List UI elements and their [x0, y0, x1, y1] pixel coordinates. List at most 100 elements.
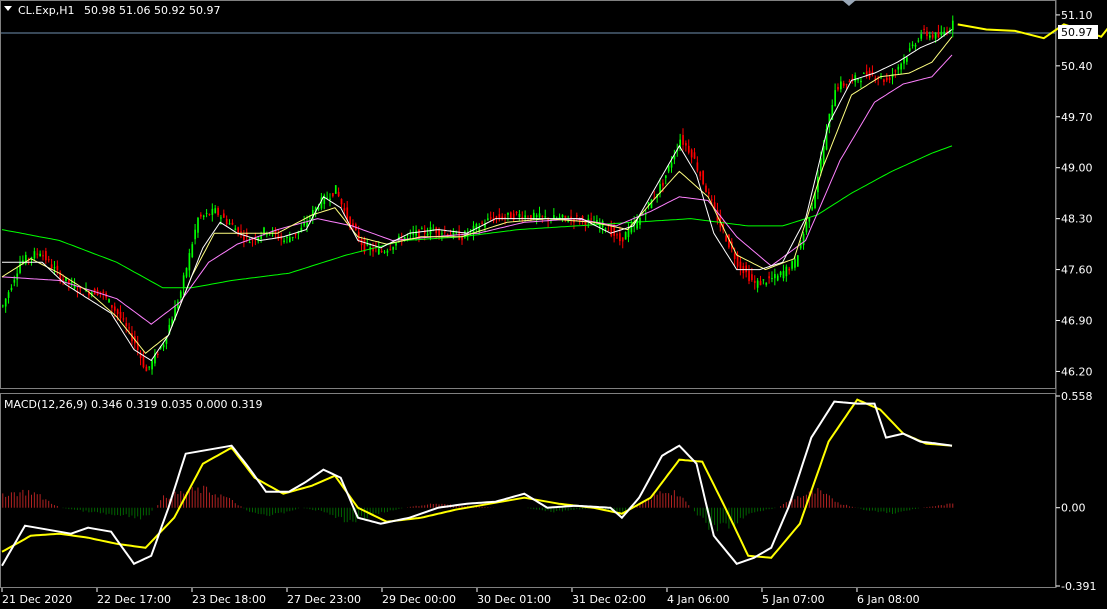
candle-body — [421, 228, 423, 230]
candle-body — [923, 28, 925, 30]
candle-body — [751, 274, 753, 281]
candle-body — [768, 276, 770, 279]
candle-body — [380, 251, 383, 253]
candle-body — [940, 31, 943, 36]
candle-body — [185, 267, 188, 277]
candle-body — [340, 198, 343, 205]
time-tick-label: 29 Dec 00:00 — [382, 593, 456, 606]
candle-body — [122, 318, 125, 320]
candle-body — [202, 215, 205, 217]
macd-tick-label: -0.391 — [1061, 580, 1096, 593]
candle-body — [426, 233, 429, 236]
candle-body — [791, 261, 793, 269]
symbol-label: CL.Exp,H1 — [18, 4, 75, 17]
candle-body — [45, 251, 47, 261]
candle-body — [699, 171, 702, 177]
candle-body — [225, 218, 228, 225]
candle-body — [10, 287, 13, 291]
candle-body — [753, 280, 756, 283]
candle-body — [441, 233, 443, 235]
candle-body — [845, 84, 848, 86]
candle-body — [243, 236, 245, 240]
candle-body — [197, 217, 199, 233]
candle-body — [785, 266, 788, 277]
current-price-value: 50.97 — [1061, 26, 1093, 39]
candle-body — [489, 217, 492, 219]
candle-body — [725, 235, 727, 242]
candle-body — [289, 237, 291, 243]
candle-body — [36, 253, 39, 255]
candle-body — [142, 355, 145, 368]
price-tick-label: 46.20 — [1061, 365, 1093, 378]
candle-body — [822, 146, 825, 165]
candle-body — [220, 217, 222, 219]
candle-body — [860, 80, 862, 83]
candle-body — [389, 249, 392, 251]
candle-body — [917, 40, 920, 42]
candle-body — [263, 227, 265, 233]
chart-window[interactable]: CL.Exp,H1 50.98 51.06 50.92 50.97 MACD(1… — [0, 0, 1107, 609]
candle-body — [188, 253, 191, 271]
candle-body — [145, 366, 148, 372]
candle-body — [443, 231, 446, 233]
candle-body — [670, 162, 673, 168]
candle-body — [535, 215, 538, 218]
candle-body — [854, 75, 857, 82]
candle-body — [903, 58, 905, 64]
price-tick-label: 47.60 — [1061, 264, 1093, 277]
candle-body — [624, 232, 627, 240]
price-tick-label: 51.10 — [1061, 9, 1093, 22]
candle-body — [392, 247, 395, 250]
candle-body — [200, 214, 202, 217]
candle-body — [951, 20, 954, 31]
candle-body — [377, 248, 380, 255]
candle-body — [191, 244, 194, 257]
candle-body — [53, 267, 56, 269]
candle-body — [194, 229, 196, 240]
candle-body — [383, 251, 386, 253]
candle-body — [561, 214, 564, 218]
price-tick-label: 50.40 — [1061, 60, 1093, 73]
candle-body — [745, 265, 748, 273]
candle-body — [248, 242, 251, 244]
candle-body — [802, 233, 805, 246]
candle-body — [848, 80, 851, 83]
candle-body — [532, 212, 535, 219]
candle-body — [837, 86, 839, 90]
candle-body — [251, 239, 254, 241]
time-tick-label: 6 Jan 08:00 — [857, 593, 920, 606]
candle-body — [509, 212, 512, 219]
candle-body — [805, 222, 808, 233]
candle-body — [796, 255, 799, 267]
candle-body — [693, 152, 696, 159]
time-tick-label: 30 Dec 01:00 — [477, 593, 551, 606]
candle-body — [116, 309, 119, 314]
candle-body — [39, 253, 42, 257]
candle-body — [108, 298, 110, 303]
candle-body — [357, 231, 360, 240]
candle-body — [507, 212, 509, 215]
candle-body — [762, 279, 765, 281]
candle-body — [888, 77, 891, 80]
current-price-badge: 50.97 — [1058, 25, 1098, 39]
candle-body — [70, 281, 73, 284]
candle-body — [13, 279, 16, 283]
candle-body — [906, 57, 908, 62]
candle-body — [690, 149, 693, 158]
candle-body — [705, 185, 707, 193]
candle-body — [771, 278, 773, 280]
candle-body — [756, 280, 759, 288]
candle-body — [329, 198, 331, 201]
candle-body — [113, 306, 116, 311]
candle-body — [621, 237, 624, 242]
chart-background — [0, 0, 1107, 609]
candle-body — [211, 208, 214, 215]
candle-body — [739, 261, 742, 269]
price-tick-label: 46.90 — [1061, 315, 1093, 328]
candle-body — [4, 298, 7, 307]
candle-body — [151, 360, 153, 370]
candle-body — [343, 208, 346, 211]
candle-body — [33, 251, 36, 259]
candle-body — [894, 70, 897, 72]
candle-body — [111, 305, 113, 308]
